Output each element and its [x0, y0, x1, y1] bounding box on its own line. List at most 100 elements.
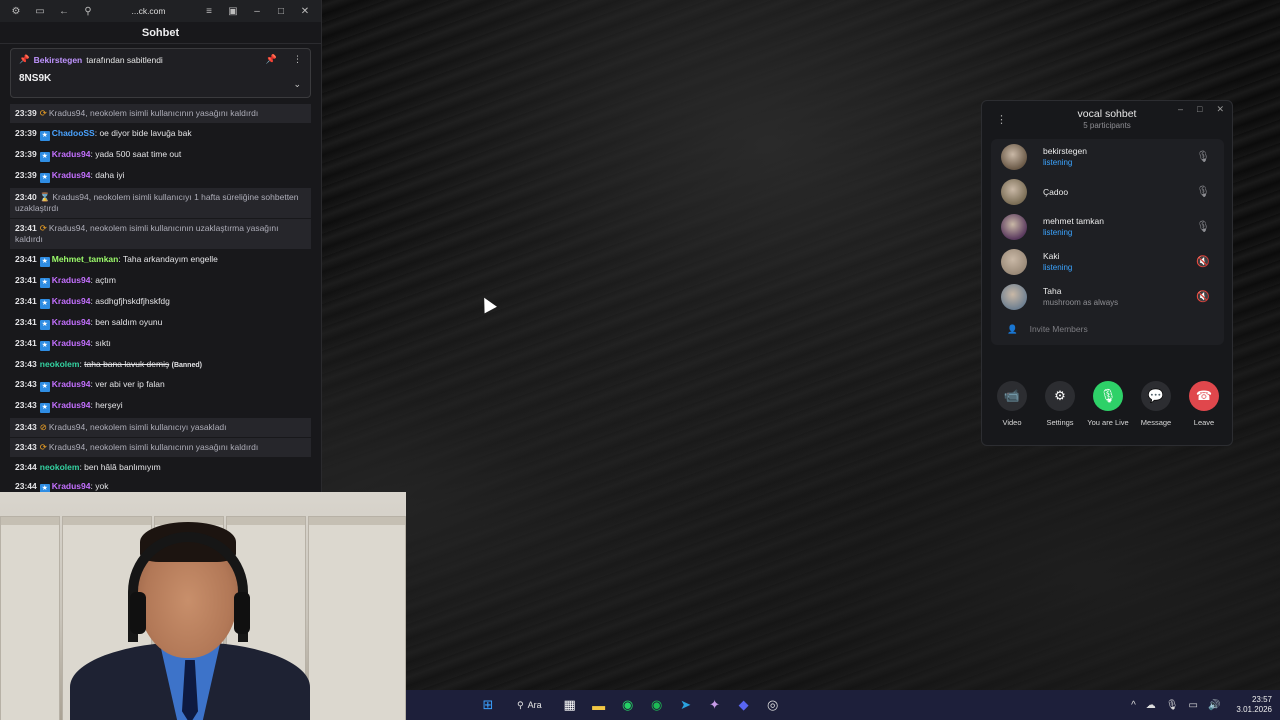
leave-button[interactable]: ☎ Leave [1181, 381, 1227, 427]
menu-icon[interactable]: ⋮ [996, 113, 1007, 126]
display-icon[interactable]: ▭ [1189, 700, 1198, 711]
subscriber-badge-icon: ★ [39, 403, 50, 413]
spotify-icon[interactable]: ◉ [643, 691, 671, 719]
maximize-icon[interactable]: □ [1197, 104, 1202, 115]
telegram-icon[interactable]: ➤ [672, 691, 700, 719]
subscriber-badge-icon: ★ [39, 257, 50, 267]
chat-message: 23:41 ★ Kradus94: ben saldım oyunu [10, 313, 311, 334]
video-label: Video [1002, 418, 1022, 427]
invite-members-button[interactable]: 👤 Invite Members [991, 314, 1224, 344]
chat-message: 23:39 ★ ChadooSS: oe diyor bide lavuğa bak [10, 124, 311, 145]
volume-icon[interactable]: 🔊 [1208, 700, 1220, 711]
banned-label: (Banned) [171, 362, 202, 369]
message-timestamp: 23:40 [15, 192, 37, 202]
settings-icon[interactable]: ⚙ [4, 0, 28, 22]
message-timestamp: 23:44 [15, 481, 37, 491]
system-message: 23:41 ⟳ Kradus94, neokolem isimli kullanıc… [10, 219, 311, 249]
participant-row[interactable]: Çadoo 🎙 [991, 174, 1224, 209]
pinned-message[interactable]: 📌 Bekirstegen tarafından sabitlendi 8NS9… [10, 48, 311, 98]
avatar [1001, 213, 1027, 240]
tabs-icon[interactable]: ▣ [221, 0, 245, 22]
chat-username[interactable]: neokolem [40, 359, 80, 369]
clock[interactable]: 23:57 3.01.2026 [1236, 695, 1272, 715]
settings-button[interactable]: ⚙ Settings [1037, 381, 1083, 427]
system-text: Kradus94, neokolem isimli kullanıcının y… [48, 442, 259, 452]
system-message: 23:43 ⟳ Kradus94, neokolem isimli kullanıc… [10, 438, 311, 457]
chat-username[interactable]: Kradus94 [52, 296, 91, 306]
close-icon[interactable]: ✕ [293, 0, 317, 22]
mic-off-icon[interactable]: 🔇 [1196, 255, 1210, 268]
chat-username[interactable]: Kradus94 [52, 379, 91, 389]
message-timestamp: 23:39 [15, 128, 37, 138]
reader-icon[interactable]: ≡ [197, 0, 221, 22]
chat-username[interactable]: Kradus94 [52, 170, 91, 180]
message-button[interactable]: 💬 Message [1133, 381, 1179, 427]
pinned-content: 8NS9K [19, 73, 52, 84]
chat-username[interactable]: neokolem [40, 462, 80, 472]
system-text: Kradus94, neokolem isimli kullanıcının u… [15, 223, 279, 244]
file-explorer-icon[interactable]: ▬ [585, 691, 613, 719]
site-info-icon[interactable]: ⚲ [76, 0, 100, 22]
message-icon: 💬 [1141, 381, 1171, 411]
chat-username[interactable]: Kradus94 [52, 275, 91, 285]
sidebar-icon[interactable]: ▭ [28, 0, 52, 22]
chat-username[interactable]: ChadooSS [52, 128, 95, 138]
chat-username[interactable]: Kradus94 [52, 338, 91, 348]
settings-icon: ⚙ [1045, 381, 1075, 411]
participant-row[interactable]: Taha mushroom as always 🔇 [991, 279, 1224, 314]
message-timestamp: 23:39 [15, 108, 37, 118]
participant-row[interactable]: mehmet tamkan listening 🎙 [991, 209, 1224, 244]
mic-off-icon[interactable]: 🔇 [1196, 290, 1210, 303]
participant-row[interactable]: Kaki listening 🔇 [991, 244, 1224, 279]
maximize-icon[interactable]: □ [269, 0, 293, 22]
voice-call-window: ⋮ – □ ✕ vocal sohbet 5 participants beki… [981, 100, 1233, 446]
widgets-icon[interactable]: ▦ [556, 691, 584, 719]
whatsapp-icon[interactable]: ◉ [614, 691, 642, 719]
pinned-by-user[interactable]: Bekirstegen [34, 55, 83, 65]
invite-members-label: Invite Members [1029, 324, 1088, 334]
clock-date: 3.01.2026 [1236, 705, 1272, 714]
chat-username[interactable]: Kradus94 [52, 481, 91, 491]
search-button[interactable]: ⚲ Ara [517, 700, 542, 711]
app-icon[interactable]: ✦ [701, 691, 729, 719]
microphone-icon[interactable]: 🎙 [1166, 700, 1179, 711]
close-icon[interactable]: ✕ [1216, 104, 1224, 115]
mic-icon[interactable]: 🎙 [1196, 150, 1210, 163]
address-bar[interactable]: ...ck.com [100, 6, 197, 16]
message-text: : sıktı [90, 338, 111, 348]
message-text: : asdhgfjhskdfjhskfdg [90, 296, 170, 306]
message-text: : daha iyi [90, 170, 125, 180]
ban-icon: ⊘ [39, 422, 47, 432]
participant-status: listening [1043, 263, 1073, 272]
cloud-icon[interactable]: ☁ [1146, 700, 1156, 711]
chat-username[interactable]: Kradus94 [52, 149, 91, 159]
mic-icon[interactable]: 🎙 [1196, 220, 1210, 233]
participant-name: Kaki [1043, 251, 1060, 261]
participant-name: bekirstegen [1043, 146, 1087, 156]
more-options-icon[interactable]: ⋮ [293, 54, 302, 65]
chat-username[interactable]: Kradus94 [52, 317, 91, 327]
discord-icon[interactable]: ◆ [730, 691, 758, 719]
system-text: Kradus94, neokolem isimli kullanıcıyı 1 … [15, 192, 299, 213]
system-message: 23:40 ⌛ Kradus94, neokolem isimli kullanıc… [10, 188, 311, 218]
mic-icon[interactable]: 🎙 [1196, 185, 1210, 198]
participant-row[interactable]: bekirstegen listening 🎙 [991, 139, 1224, 174]
system-tray: ^ ☁ 🎙 ▭ 🔊 23:57 3.01.2026 [1131, 690, 1272, 720]
minimize-icon[interactable]: – [1178, 104, 1183, 115]
you-are-live-button[interactable]: 🎙 You are Live [1085, 381, 1131, 427]
system-message: 23:43 ⊘ Kradus94, neokolem isimli kullanıc… [10, 418, 311, 437]
message-text: : oe diyor bide lavuğa bak [94, 128, 192, 138]
chat-username[interactable]: Kradus94 [52, 400, 91, 410]
video-button[interactable]: 📹 Video [989, 381, 1035, 427]
message-timestamp: 23:39 [15, 170, 37, 180]
chevron-up-icon[interactable]: ^ [1131, 700, 1136, 711]
start-icon[interactable]: ⊞ [474, 691, 502, 719]
participant-status: mushroom as always [1043, 298, 1119, 307]
chat-username[interactable]: Mehmet_tamkan [52, 254, 119, 264]
chevron-down-icon[interactable]: ⌄ [293, 79, 301, 90]
unpin-icon[interactable]: 📌 [266, 54, 277, 65]
minimize-icon[interactable]: – [245, 0, 269, 22]
message-timestamp: 23:39 [15, 149, 37, 159]
back-icon[interactable]: ← [52, 0, 76, 22]
chrome-icon[interactable]: ◎ [759, 691, 787, 719]
